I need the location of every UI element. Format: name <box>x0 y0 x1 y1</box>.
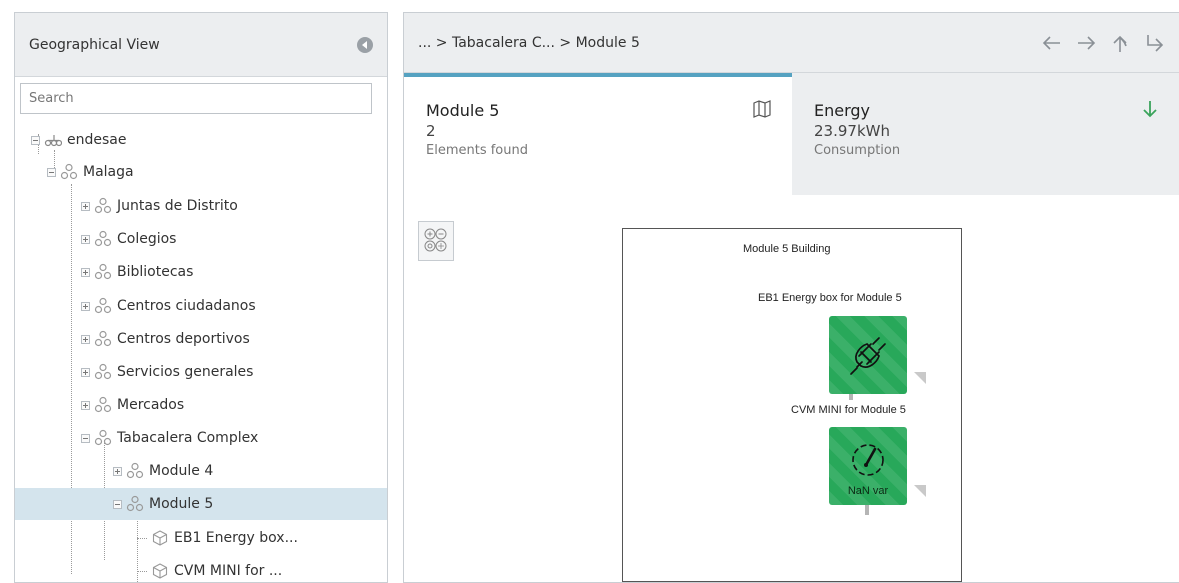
zoom-controls[interactable] <box>418 221 454 261</box>
tree-node-module-4[interactable]: Module 4 <box>113 455 213 487</box>
collapse-toggle-icon[interactable] <box>47 167 56 177</box>
expand-toggle-icon[interactable] <box>81 400 90 410</box>
cvm-mini-node[interactable]: NaN var <box>829 427 907 505</box>
tree-node-label: Juntas de Distrito <box>117 198 238 214</box>
tree-node-mercados[interactable]: Mercados <box>81 389 184 421</box>
expand-toggle-icon[interactable] <box>81 234 90 244</box>
collapse-toggle-icon[interactable] <box>81 433 90 443</box>
network-icon <box>44 135 62 147</box>
tree-node-module-5[interactable]: Module 5 <box>15 488 387 520</box>
tree-node-label: CVM MINI for ... <box>174 563 283 579</box>
device-label-eb1: EB1 Energy box for Module 5 <box>758 292 902 304</box>
energy-tile[interactable]: Energy 23.97kWh Consumption <box>792 73 1179 195</box>
module-title: Module 5 <box>426 101 500 120</box>
tree-node-cvm-mini[interactable]: CVM MINI for ... <box>137 555 282 583</box>
expand-toggle-icon[interactable] <box>81 201 90 211</box>
elements-count: 2 <box>426 122 436 140</box>
panel-title: Geographical View <box>29 36 160 53</box>
plug-icon <box>850 337 886 375</box>
tree-node-label: Servicios generales <box>117 364 254 380</box>
cube-icon <box>152 530 168 546</box>
sitemap-icon <box>60 163 78 180</box>
tree-node-eb1-energy-box[interactable]: EB1 Energy box... <box>137 522 298 554</box>
energy-title: Energy <box>814 101 871 120</box>
tree-node-centros-deportivos[interactable]: Centros deportivos <box>81 323 250 355</box>
module-summary-tile[interactable]: Module 5 2 Elements found <box>404 73 792 195</box>
tree-node-colegios[interactable]: Colegios <box>81 223 176 255</box>
back-arrow-icon[interactable] <box>1041 32 1063 54</box>
device-label-cvm: CVM MINI for Module 5 <box>791 404 906 416</box>
breadcrumb[interactable]: ... > Tabacalera C... > Module 5 <box>418 35 1041 51</box>
tree-node-centros-ciudadanos[interactable]: Centros ciudadanos <box>81 290 256 322</box>
tree-node-juntas-de-distrito[interactable]: Juntas de Distrito <box>81 190 238 222</box>
search-input[interactable] <box>20 83 372 114</box>
redirect-arrow-icon[interactable] <box>1143 32 1165 54</box>
down-arrow-icon <box>1143 101 1157 118</box>
up-arrow-icon[interactable] <box>1109 32 1131 54</box>
sitemap-icon <box>94 330 112 347</box>
forward-arrow-icon[interactable] <box>1075 32 1097 54</box>
sitemap-icon <box>94 197 112 214</box>
collapse-toggle-icon[interactable] <box>113 499 122 509</box>
tree-node-label: Centros ciudadanos <box>117 298 256 314</box>
sitemap-icon <box>94 297 112 314</box>
tree-node-servicios-generales[interactable]: Servicios generales <box>81 356 253 388</box>
tree-node-tabacalera-complex[interactable]: Tabacalera Complex <box>81 422 258 454</box>
tree-node-label: endesae <box>67 132 127 148</box>
geographical-view-panel: Geographical View endesae <box>14 12 388 583</box>
tree-node-label: Malaga <box>83 164 134 180</box>
expand-toggle-icon[interactable] <box>113 466 122 476</box>
building-title: Module 5 Building <box>743 243 831 255</box>
sitemap-icon <box>94 230 112 247</box>
elements-label: Elements found <box>426 143 528 158</box>
expand-toggle-icon[interactable] <box>81 367 90 377</box>
zoom-icon[interactable] <box>419 222 453 260</box>
tree-node-label: Bibliotecas <box>117 264 194 280</box>
expand-toggle-icon[interactable] <box>81 267 90 277</box>
tree-node-label: Mercados <box>117 397 185 413</box>
tree-node-label: Tabacalera Complex <box>117 430 259 446</box>
navigation-toolbar <box>1041 32 1165 54</box>
expand-toggle-icon[interactable] <box>81 334 90 344</box>
energy-label: Consumption <box>814 143 901 158</box>
map-icon[interactable] <box>752 99 772 119</box>
cube-icon <box>152 563 168 579</box>
tree-node-label: Centros deportivos <box>117 331 250 347</box>
tree-node-malaga[interactable]: Malaga <box>47 156 134 188</box>
energy-value: 23.97kWh <box>814 122 890 140</box>
eb1-energy-box-node[interactable] <box>829 316 907 394</box>
tree-node-label: Colegios <box>117 231 177 247</box>
sitemap-icon <box>126 462 144 479</box>
expand-toggle-icon[interactable] <box>81 301 90 311</box>
collapse-toggle-icon[interactable] <box>31 135 40 145</box>
sitemap-icon <box>94 429 112 446</box>
sitemap-icon <box>94 263 112 280</box>
sitemap-icon <box>94 363 112 380</box>
tree-node-bibliotecas[interactable]: Bibliotecas <box>81 256 193 288</box>
tree-node-label: EB1 Energy box... <box>174 530 298 546</box>
device-reading: NaN var <box>847 485 889 497</box>
tree-node-endesae[interactable]: endesae <box>31 124 126 156</box>
sitemap-icon <box>126 495 144 512</box>
tree-node-label: Module 5 <box>149 496 214 512</box>
building-diagram: Module 5 Building EB1 Energy box for Mod… <box>622 228 962 582</box>
content-panel: ... > Tabacalera C... > Module 5 Module … <box>403 12 1179 583</box>
tree-node-label: Module 4 <box>149 463 214 479</box>
collapse-panel-icon[interactable] <box>357 36 373 53</box>
panel-header: Geographical View <box>15 13 387 77</box>
content-header: ... > Tabacalera C... > Module 5 <box>404 13 1179 73</box>
sitemap-icon <box>94 396 112 413</box>
